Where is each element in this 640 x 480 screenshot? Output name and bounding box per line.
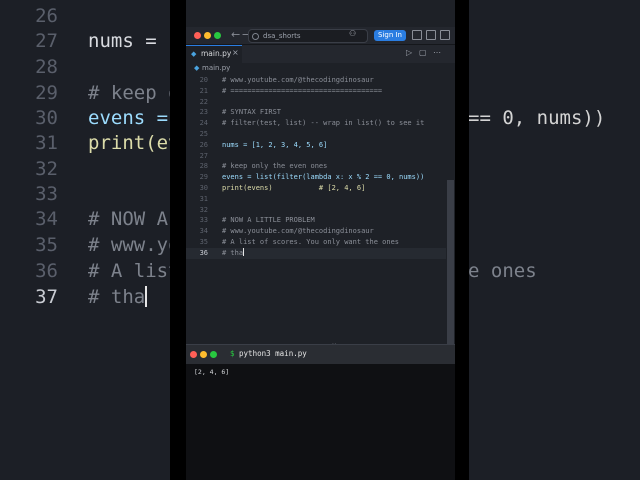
breadcrumb-file[interactable]: main.py xyxy=(202,63,230,74)
code-line: 33 # NOW A LITTLE PROBLEM xyxy=(199,216,315,225)
python-file-icon: ◆ xyxy=(191,50,197,58)
code-line: 31 xyxy=(199,194,208,203)
minimize-window-icon[interactable] xyxy=(204,32,211,39)
code-line: 24 # filter(test, list) -- wrap in list()… xyxy=(199,119,425,128)
search-icon xyxy=(252,33,259,40)
bg-fragment: e ones xyxy=(468,260,537,282)
code-line: 23 # SYNTAX FIRST xyxy=(199,108,282,117)
maximize-window-icon[interactable] xyxy=(214,32,221,39)
workspace-name: dsa_shorts xyxy=(263,32,301,40)
terminal-close-icon[interactable] xyxy=(190,351,197,358)
code-editor[interactable]: 20 # www.youtube.com/@thecodingdinosaur 2… xyxy=(186,75,455,344)
layout-panel-icon[interactable] xyxy=(426,30,436,40)
program-output: [2, 4, 6] xyxy=(194,368,230,376)
close-icon[interactable]: × xyxy=(232,48,239,57)
editor-scrollbar[interactable] xyxy=(447,180,454,344)
code-line-current: 36 # tha xyxy=(186,247,446,259)
tab-bar: ◆ main.py × ▷ ▢ ⋯ xyxy=(186,45,455,64)
code-line: 20 # www.youtube.com/@thecodingdinosaur xyxy=(199,76,374,84)
title-bar: ← → dsa_shorts ⚇ Sign In xyxy=(186,27,455,45)
code-line: 30 print(evens) # [2, 4, 6] xyxy=(199,184,366,192)
copilot-icon[interactable]: ⚇ xyxy=(349,29,356,38)
more-icon[interactable]: ⋯ xyxy=(433,48,441,57)
code-line: 32 xyxy=(199,205,208,214)
text-cursor xyxy=(243,247,245,256)
terminal-output[interactable]: [2, 4, 6] xyxy=(186,364,455,480)
back-arrow-icon[interactable]: ← xyxy=(231,28,240,41)
code-line: 21 # ==================================== xyxy=(199,86,383,95)
code-line: 35 # A list of scores. You only want the … xyxy=(199,238,400,246)
prompt-symbol: $ xyxy=(230,349,235,358)
bg-fragment: == 0, nums)) xyxy=(468,107,606,129)
side-bar-right xyxy=(455,0,469,480)
run-icon[interactable]: ▷ xyxy=(406,48,412,57)
code-line: 27 xyxy=(199,151,208,160)
layout-sidebar-icon[interactable] xyxy=(412,30,422,40)
breadcrumb: ◆ main.py xyxy=(186,63,455,74)
code-line: 26 nums = [1, 2, 3, 4, 5, 6] xyxy=(199,140,328,149)
tab-main-py[interactable]: ◆ main.py × xyxy=(186,45,242,64)
editor-window: ← → dsa_shorts ⚇ Sign In ◆ main.py × ▷ ▢… xyxy=(186,0,455,480)
command-text: python3 main.py xyxy=(239,349,307,358)
tab-label: main.py xyxy=(201,49,232,58)
code-line: 34 # www.youtube.com/@thecodingdinosaur xyxy=(199,227,374,236)
terminal-header: $ python3 main.py xyxy=(186,344,455,364)
code-line: 29 evens = list(filter(lambda x: x % 2 ==… xyxy=(199,173,425,182)
python-file-icon: ◆ xyxy=(194,64,200,72)
terminal-minimize-icon[interactable] xyxy=(200,351,207,358)
code-line: 25 xyxy=(199,130,208,138)
layout-split-icon[interactable] xyxy=(440,30,450,40)
bg-cursor xyxy=(145,286,148,307)
sign-in-button[interactable]: Sign In xyxy=(374,30,406,41)
code-line: 28 # keep only the even ones xyxy=(199,162,328,171)
close-window-icon[interactable] xyxy=(194,32,201,39)
terminal-command: $ python3 main.py xyxy=(230,349,307,358)
terminal-maximize-icon[interactable] xyxy=(210,351,217,358)
split-editor-icon[interactable]: ▢ xyxy=(419,48,427,57)
side-bar-left xyxy=(170,0,186,480)
code-line: 22 xyxy=(199,97,208,106)
